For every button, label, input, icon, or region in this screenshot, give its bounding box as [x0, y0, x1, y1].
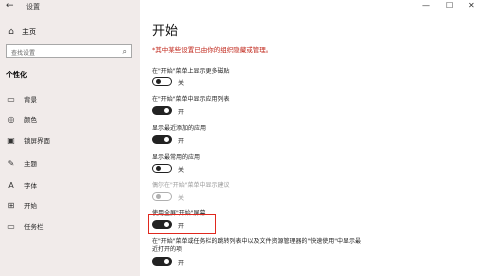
sidebar-item-label: 任务栏	[24, 223, 44, 231]
setting-label: 在"开始"菜单上显示更多磁贴	[152, 68, 230, 75]
toggle-state: 开	[178, 260, 185, 267]
window-title: 设置	[26, 3, 40, 11]
sidebar-item-lockscreen[interactable]: ▣ 锁屏界面	[6, 134, 50, 146]
sidebar-item-label: 背景	[24, 96, 37, 104]
start-icon: ⊞	[7, 200, 15, 210]
image-icon: ▭	[7, 94, 15, 104]
page-title: 开始	[152, 24, 179, 39]
sidebar-item-label: 主题	[24, 160, 37, 168]
sidebar-item-label: 颜色	[24, 116, 37, 124]
sidebar-item-colors[interactable]: ◎ 颜色	[6, 113, 38, 125]
close-icon[interactable]: ✕	[468, 1, 475, 10]
toggle-recent-apps[interactable]	[152, 135, 172, 144]
toggle-knob	[164, 107, 169, 113]
toggle-knob	[156, 79, 161, 84]
toggle-recent-items[interactable]	[152, 257, 172, 266]
setting-label: 显示最常用的应用	[152, 154, 201, 161]
setting-label: 在"开始"菜单或任务栏的跳转列表中以及文件资源管理器的"快速使用"中显示最近打开…	[152, 238, 362, 253]
sidebar-item-themes[interactable]: ✎ 主题	[6, 157, 37, 169]
toggle-more-tiles[interactable]	[152, 77, 172, 86]
policy-notice: *其中某些设置已由你的组织隐藏或管理。	[152, 46, 273, 54]
toggle-state: 开	[178, 138, 185, 145]
toggle-knob	[156, 166, 161, 171]
toggle-state: 关	[178, 195, 185, 202]
search-placeholder: 查找设置	[11, 50, 36, 57]
search-icon: ⌕	[122, 47, 127, 56]
toggle-state: 关	[178, 80, 185, 87]
palette-icon: ◎	[7, 114, 15, 124]
theme-icon: ✎	[7, 158, 15, 168]
setting-label: 偶尔在"开始"菜单中显示建议	[152, 182, 230, 189]
sidebar-item-fonts[interactable]: A 字体	[6, 179, 37, 191]
toggle-app-list[interactable]	[152, 106, 172, 115]
main-pane	[140, 0, 480, 276]
toggle-most-used[interactable]	[152, 164, 172, 173]
sidebar-item-label: 锁屏界面	[24, 137, 50, 145]
setting-label: 显示最近添加的应用	[152, 125, 207, 132]
minimize-icon[interactable]: —	[422, 1, 430, 10]
sidebar-item-label: 字体	[24, 182, 37, 190]
home-label: 主页	[22, 28, 36, 36]
toggle-knob	[156, 194, 161, 199]
title-bar: ← 设置 — ☐ ✕	[0, 0, 480, 14]
sidebar-item-background[interactable]: ▭ 背景	[6, 93, 37, 105]
sidebar-item-taskbar[interactable]: ▭ 任务栏	[6, 220, 44, 232]
section-heading: 个性化	[6, 71, 27, 79]
toggle-state: 关	[178, 167, 185, 174]
toggle-knob	[164, 136, 169, 142]
lockscreen-icon: ▣	[7, 135, 15, 145]
setting-label: 在"开始"菜单中显示应用列表	[152, 96, 230, 103]
back-arrow-icon[interactable]: ←	[6, 1, 14, 11]
font-icon: A	[8, 180, 14, 190]
sidebar-item-start[interactable]: ⊞ 开始	[6, 199, 37, 211]
toggle-knob	[164, 258, 169, 264]
maximize-icon[interactable]: ☐	[446, 1, 453, 10]
search-input[interactable]: 查找设置 ⌕	[6, 44, 132, 58]
toggle-state: 开	[178, 109, 185, 116]
highlight-box	[148, 214, 216, 234]
taskbar-icon: ▭	[7, 221, 15, 231]
toggle-suggestions	[152, 192, 172, 201]
sidebar-home[interactable]: ⌂ 主页	[6, 26, 36, 38]
home-icon: ⌂	[8, 27, 14, 37]
sidebar-item-label: 开始	[24, 202, 37, 210]
